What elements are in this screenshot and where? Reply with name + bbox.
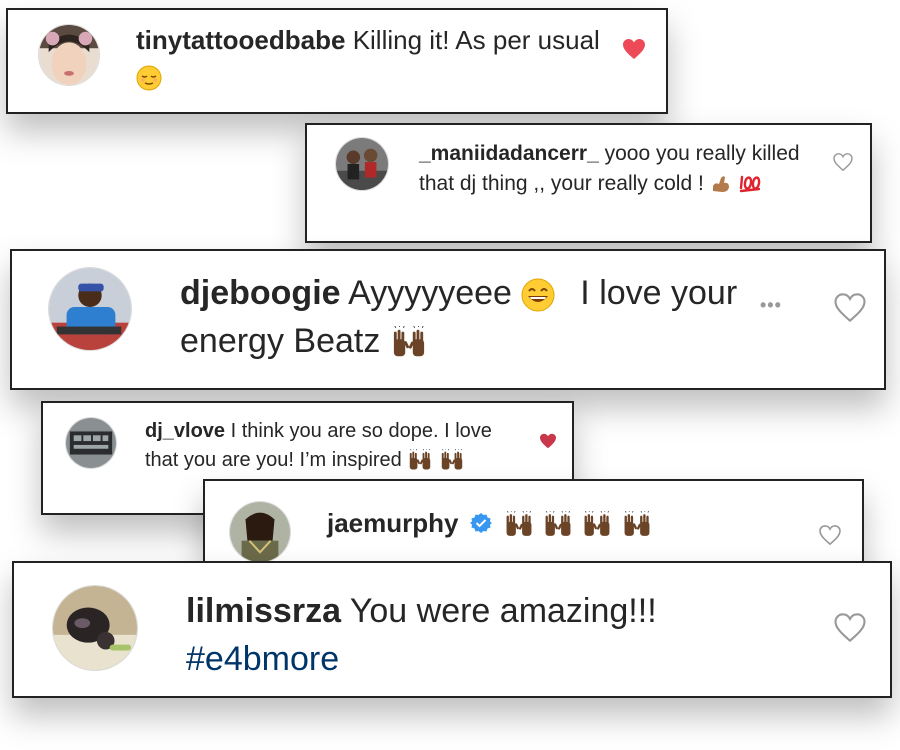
heart-outline-icon[interactable] [819,525,841,545]
comment-message: Ayyyyyeee [348,274,512,312]
relieved-face-emoji-icon [136,65,162,91]
comment-text: tinytattooedbabe Killing it! As per usua… [136,22,606,94]
comment-card: djeboogie Ayyyyyeee I love your energy B… [10,249,886,390]
raising-hands-emoji-icon [581,511,613,539]
flexed-biceps-emoji-icon [710,174,732,194]
raising-hands-emoji-icon [439,449,465,472]
hashtag-link[interactable]: #e4bmore [186,635,746,683]
username[interactable]: jaemurphy [327,508,459,538]
more-options-icon[interactable]: ••• [760,295,782,316]
username[interactable]: _maniidadancerr_ [419,142,599,165]
raising-hands-emoji-icon [503,511,535,539]
comment-card: lilmissrza You were amazing!!! #e4bmore [12,561,892,698]
grinning-face-emoji-icon [521,278,555,312]
avatar[interactable] [48,267,132,351]
hundred-points-emoji-icon [738,175,762,193]
heart-icon[interactable] [539,433,557,449]
comment-message: You were amazing!!! [349,592,657,630]
avatar[interactable] [65,417,117,469]
comment-text: lilmissrza You were amazing!!! #e4bmore [186,587,746,683]
comment-card: jaemurphy [203,479,864,563]
avatar[interactable] [38,24,100,86]
heart-outline-icon[interactable] [834,613,866,642]
heart-icon[interactable] [622,38,646,60]
raising-hands-emoji-icon [407,449,433,472]
heart-outline-icon[interactable] [833,153,853,171]
comment-card: tinytattooedbabe Killing it! As per usua… [6,8,668,114]
comment-text: _maniidadancerr_ yooo you really killed … [419,139,819,199]
raising-hands-emoji-icon [390,326,428,360]
avatar[interactable] [335,137,389,191]
username[interactable]: lilmissrza [186,592,341,630]
comment-text: dj_vlove I think you are so dope. I love… [145,417,515,475]
comment-card: _maniidadancerr_ yooo you really killed … [305,123,872,243]
username[interactable]: djeboogie [180,274,341,312]
avatar[interactable] [229,501,291,561]
comment-text: jaemurphy [327,505,797,543]
comment-text: djeboogie Ayyyyyeee I love your energy B… [180,269,740,365]
raising-hands-emoji-icon [542,511,574,539]
comment-message: Killing it! As per usual [352,25,600,55]
heart-outline-icon[interactable] [834,293,866,322]
username[interactable]: dj_vlove [145,420,225,442]
raising-hands-emoji-icon [621,511,653,539]
verified-badge-icon [469,507,492,543]
username[interactable]: tinytattooedbabe [136,25,345,55]
avatar[interactable] [52,585,138,671]
